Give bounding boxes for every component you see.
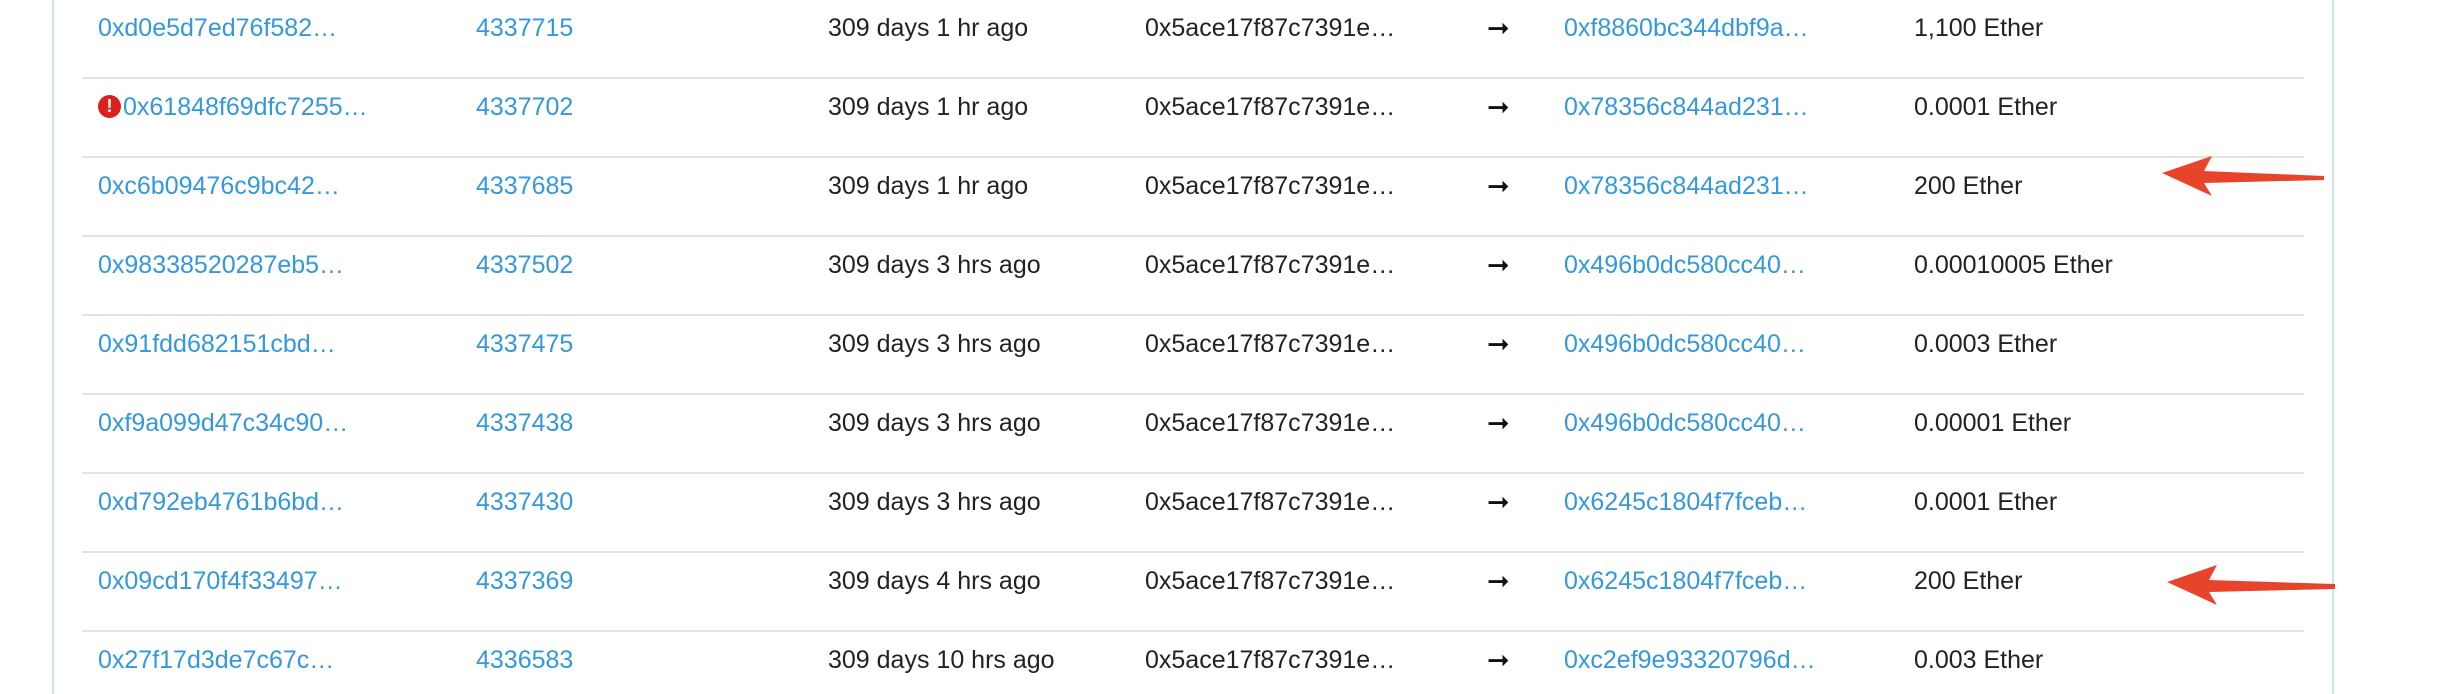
to-address-link[interactable]: 0x78356c844ad231… — [1564, 158, 1864, 235]
to-address-link[interactable]: 0x496b0dc580cc40… — [1564, 316, 1864, 393]
table-row: 0xd792eb4761b6bd… 4337430 309 days 3 hrs a… — [82, 474, 2304, 553]
tx-hash-link[interactable]: 0xc6b09476c9bc42… — [98, 172, 340, 200]
tx-value: 200 Ether — [1914, 172, 2023, 200]
direction-arrow-icon: ➞ — [1487, 92, 1510, 122]
direction-arrow-icon: ➞ — [1487, 408, 1510, 438]
tx-hash-link[interactable]: 0xf9a099d47c34c90… — [98, 409, 348, 437]
table-row: 0xc6b09476c9bc42… 4337685 309 days 1 hr ag… — [82, 158, 2304, 237]
block-number-link[interactable]: 4337369 — [476, 553, 636, 630]
tx-age: 309 days 1 hr ago — [828, 172, 1029, 200]
error-icon: ! — [98, 94, 121, 118]
tx-age: 309 days 3 hrs ago — [828, 488, 1041, 516]
tx-hash-link[interactable]: 0x09cd170f4f33497… — [98, 567, 343, 595]
tx-age: 309 days 10 hrs ago — [828, 646, 1055, 674]
from-address: 0x5ace17f87c7391e… — [1145, 409, 1396, 437]
tx-hash-cell: ! 0x61848f69dfc7255… — [98, 79, 438, 156]
tx-value: 0.0003 Ether — [1914, 330, 2058, 358]
tx-hash-cell: 0xc6b09476c9bc42… — [98, 158, 438, 235]
tx-age: 309 days 3 hrs ago — [828, 409, 1041, 437]
to-address-link[interactable]: 0x78356c844ad231… — [1564, 79, 1864, 156]
block-number-link[interactable]: 4337502 — [476, 237, 636, 314]
block-number-link[interactable]: 4337715 — [476, 0, 636, 77]
tx-hash-link[interactable]: 0x98338520287eb5… — [98, 251, 344, 279]
table-row: 0x91fdd682151cbd… 4337475 309 days 3 hrs a… — [82, 316, 2304, 395]
table-row: 0x09cd170f4f33497… 4337369 309 days 4 hrs … — [82, 553, 2304, 632]
direction-arrow-icon: ➞ — [1487, 13, 1510, 43]
block-number-link[interactable]: 4337438 — [476, 395, 636, 472]
tx-hash-cell: 0x91fdd682151cbd… — [98, 316, 438, 393]
tx-hash-link[interactable]: 0x61848f69dfc7255… — [123, 93, 368, 121]
tx-hash-cell: 0xd792eb4761b6bd… — [98, 474, 438, 551]
block-number-link[interactable]: 4336583 — [476, 632, 636, 694]
block-number-link[interactable]: 4337430 — [476, 474, 636, 551]
to-address-link[interactable]: 0xc2ef9e93320796d… — [1564, 632, 1864, 694]
table-row: 0xf9a099d47c34c90… 4337438 309 days 3 hrs … — [82, 395, 2304, 474]
page: 0xd0e5d7ed76f582… 4337715 309 days 1 hr ag… — [0, 0, 2440, 694]
direction-arrow-icon: ➞ — [1487, 645, 1510, 675]
direction-arrow-icon: ➞ — [1487, 566, 1510, 596]
block-number-link[interactable]: 4337475 — [476, 316, 636, 393]
to-address-link[interactable]: 0x496b0dc580cc40… — [1564, 395, 1864, 472]
tx-hash-cell: 0xf9a099d47c34c90… — [98, 395, 438, 472]
tx-hash-link[interactable]: 0xd792eb4761b6bd… — [98, 488, 344, 516]
block-number-link[interactable]: 4337685 — [476, 158, 636, 235]
tx-value: 0.00001 Ether — [1914, 409, 2072, 437]
table-row: 0xd0e5d7ed76f582… 4337715 309 days 1 hr ag… — [82, 0, 2304, 79]
tx-value: 0.00010005 Ether — [1914, 251, 2113, 279]
to-address-link[interactable]: 0x6245c1804f7fceb… — [1564, 553, 1864, 630]
direction-arrow-icon: ➞ — [1487, 329, 1510, 359]
tx-hash-cell: 0x27f17d3de7c67c… — [98, 632, 438, 694]
tx-age: 309 days 1 hr ago — [828, 14, 1029, 42]
tx-value: 0.0001 Ether — [1914, 488, 2058, 516]
from-address: 0x5ace17f87c7391e… — [1145, 251, 1396, 279]
tx-hash-cell: 0x98338520287eb5… — [98, 237, 438, 314]
block-number-link[interactable]: 4337702 — [476, 79, 636, 156]
from-address: 0x5ace17f87c7391e… — [1145, 330, 1396, 358]
table-row: ! 0x61848f69dfc7255… 4337702 309 days 1 hr … — [82, 79, 2304, 158]
tx-value: 200 Ether — [1914, 567, 2023, 595]
to-address-link[interactable]: 0xf8860bc344dbf9a… — [1564, 0, 1864, 77]
tx-age: 309 days 3 hrs ago — [828, 330, 1041, 358]
tx-age: 309 days 3 hrs ago — [828, 251, 1041, 279]
tx-value: 1,100 Ether — [1914, 14, 2044, 42]
from-address: 0x5ace17f87c7391e… — [1145, 93, 1396, 121]
direction-arrow-icon: ➞ — [1487, 250, 1510, 280]
transactions-table: 0xd0e5d7ed76f582… 4337715 309 days 1 hr ag… — [82, 0, 2304, 694]
from-address: 0x5ace17f87c7391e… — [1145, 567, 1396, 595]
tx-hash-cell: 0x09cd170f4f33497… — [98, 553, 438, 630]
tx-hash-link[interactable]: 0x91fdd682151cbd… — [98, 330, 336, 358]
from-address: 0x5ace17f87c7391e… — [1145, 14, 1396, 42]
tx-age: 309 days 4 hrs ago — [828, 567, 1041, 595]
table-row: 0x98338520287eb5… 4337502 309 days 3 hrs a… — [82, 237, 2304, 316]
from-address: 0x5ace17f87c7391e… — [1145, 488, 1396, 516]
tx-hash-link[interactable]: 0xd0e5d7ed76f582… — [98, 14, 337, 42]
tx-hash-cell: 0xd0e5d7ed76f582… — [98, 0, 438, 77]
tx-value: 0.003 Ether — [1914, 646, 2044, 674]
table-row: 0x27f17d3de7c67c… 4336583 309 days 10 hrs … — [82, 632, 2304, 694]
tx-hash-link[interactable]: 0x27f17d3de7c67c… — [98, 646, 334, 674]
direction-arrow-icon: ➞ — [1487, 171, 1510, 201]
to-address-link[interactable]: 0x496b0dc580cc40… — [1564, 237, 1864, 314]
from-address: 0x5ace17f87c7391e… — [1145, 172, 1396, 200]
from-address: 0x5ace17f87c7391e… — [1145, 646, 1396, 674]
tx-value: 0.0001 Ether — [1914, 93, 2058, 121]
tx-age: 309 days 1 hr ago — [828, 93, 1029, 121]
to-address-link[interactable]: 0x6245c1804f7fceb… — [1564, 474, 1864, 551]
direction-arrow-icon: ➞ — [1487, 487, 1510, 517]
